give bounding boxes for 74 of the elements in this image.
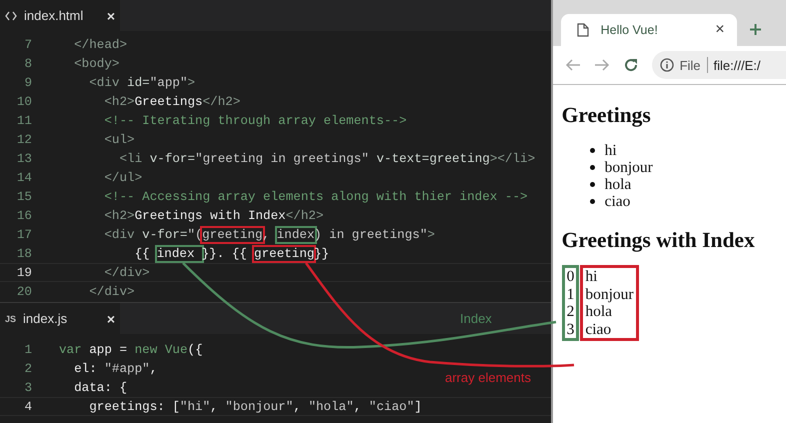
line-number: 12 [16, 132, 33, 146]
list-item: bonjour [604, 159, 653, 176]
line-number: 10 [16, 94, 33, 108]
code-line: </head> [73, 38, 128, 52]
index-number: 0 [566, 268, 574, 286]
new-tab-icon[interactable] [748, 23, 762, 36]
code-line: el: "#app", [73, 362, 158, 376]
bullet-icon [590, 182, 595, 187]
line-number: 11 [16, 114, 33, 128]
code-line: data: { [73, 380, 128, 394]
editor-tab[interactable]: index.html × [0, 0, 120, 31]
close-button[interactable]: × [715, 21, 725, 39]
file-type-label: JS [5, 314, 16, 324]
tab-label: index.html [24, 8, 84, 23]
tab-label: index.js [23, 311, 68, 326]
line-number: 15 [16, 190, 33, 204]
scheme-label: File [680, 58, 701, 72]
list-item: ciao [604, 193, 630, 210]
line-number: 14 [16, 170, 33, 184]
bullet-icon [590, 199, 595, 204]
document-icon [576, 23, 589, 37]
url-text: file:///E:/ [714, 58, 761, 72]
index-number: 3 [566, 320, 574, 338]
bullet-icon [590, 165, 595, 170]
code-line: <h2>Greetings</h2> [103, 94, 240, 108]
code-line: </ul> [103, 170, 142, 184]
line-number: 20 [16, 284, 33, 298]
line-number: 9 [23, 76, 33, 90]
code-line: <ul> [103, 132, 135, 146]
code-line: <!-- Iterating through array elements--> [103, 114, 407, 128]
code-line: </div> [88, 284, 135, 298]
annotation-label: array elements [445, 370, 531, 385]
bullet-icon [590, 148, 595, 153]
line-number: 8 [23, 56, 33, 70]
annotation-label: Index [460, 311, 492, 326]
code-line: var app = new Vue({ [59, 342, 203, 356]
list-item: hola [604, 176, 632, 193]
tab-title: Hello Vue! [600, 23, 659, 37]
greeting-text: hola [585, 303, 614, 320]
back-icon[interactable] [564, 58, 581, 72]
greeting-text: bonjour [585, 286, 634, 303]
close-button[interactable]: × [106, 310, 115, 326]
line-number: 19 [16, 266, 33, 280]
code-line: <!-- Accessing array elements along with thier index --> [103, 190, 528, 204]
greeting-text: ciao [585, 320, 612, 338]
code-line: <h2>Greetings with Index</h2> [103, 208, 324, 222]
code-line: <li v-for="greeting in greetings" v-text=greeting></li> [118, 152, 536, 166]
code-icon [5, 10, 17, 20]
line-number: 18 [16, 246, 33, 260]
line-number: 13 [16, 152, 33, 166]
address-bar[interactable]: File file:///E:/ [652, 51, 786, 79]
page-heading: Greetings with Index [562, 228, 756, 253]
line-number: 7 [23, 38, 33, 52]
line-number: 16 [16, 208, 33, 222]
line-number: 1 [23, 342, 33, 356]
reload-icon[interactable] [622, 57, 639, 73]
list-item: hi [604, 142, 617, 159]
page-heading: Greetings [562, 103, 652, 128]
editor-tab[interactable]: JS index.js × [0, 303, 120, 334]
index-number: 1 [566, 286, 574, 303]
line-number: 4 [23, 400, 33, 414]
line-number: 3 [23, 380, 33, 394]
browser-tab[interactable]: Hello Vue! × [560, 14, 737, 46]
code-line: greetings: ["hi", "bonjour", "hola", "ciao"] [88, 400, 422, 414]
line-number: 2 [23, 362, 33, 376]
code-line: <div id="app"> [88, 76, 196, 90]
close-button[interactable]: × [106, 8, 115, 24]
greeting-text: hi [585, 268, 598, 286]
line-number: 17 [16, 228, 33, 242]
code-line: </div> [103, 266, 150, 280]
info-icon [660, 58, 674, 72]
forward-icon[interactable] [594, 58, 610, 72]
code-line: <body> [73, 56, 120, 70]
index-number: 2 [566, 303, 574, 320]
